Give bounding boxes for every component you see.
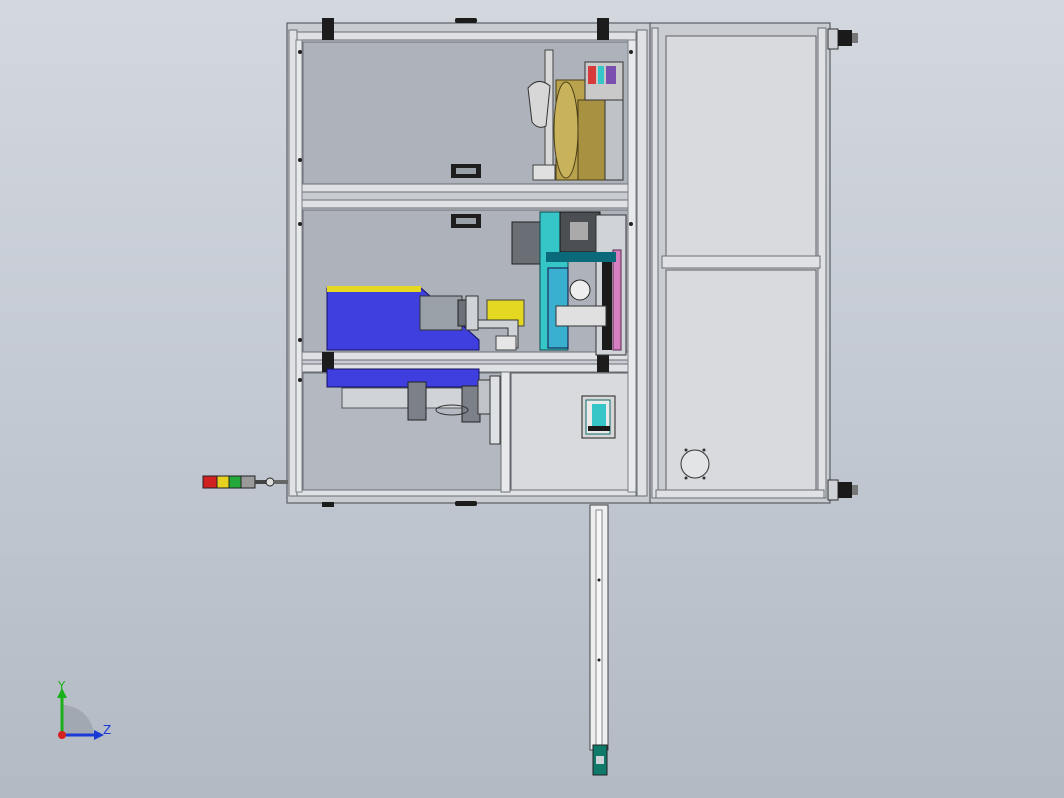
machine-frame-right <box>649 22 831 504</box>
handle-icon[interactable] <box>451 214 481 228</box>
leveling-foot-icon <box>827 28 858 50</box>
z-axis-label: Z <box>103 723 111 737</box>
vertical-conveyor-arm <box>589 504 609 776</box>
upper-right-panel <box>665 35 817 257</box>
signal-tower-icon <box>202 475 288 489</box>
leveling-foot-icon <box>827 479 858 501</box>
triad-plane <box>62 704 94 735</box>
blue-motor-block <box>326 286 480 351</box>
triad-origin <box>58 731 66 739</box>
y-axis-label: Y <box>57 679 66 693</box>
control-module <box>581 395 616 439</box>
lower-right-panel <box>510 372 636 494</box>
handle-icon[interactable] <box>451 164 481 178</box>
cad-viewport[interactable]: Y Z <box>0 0 1064 798</box>
coordinate-triad: Y Z <box>57 679 111 740</box>
